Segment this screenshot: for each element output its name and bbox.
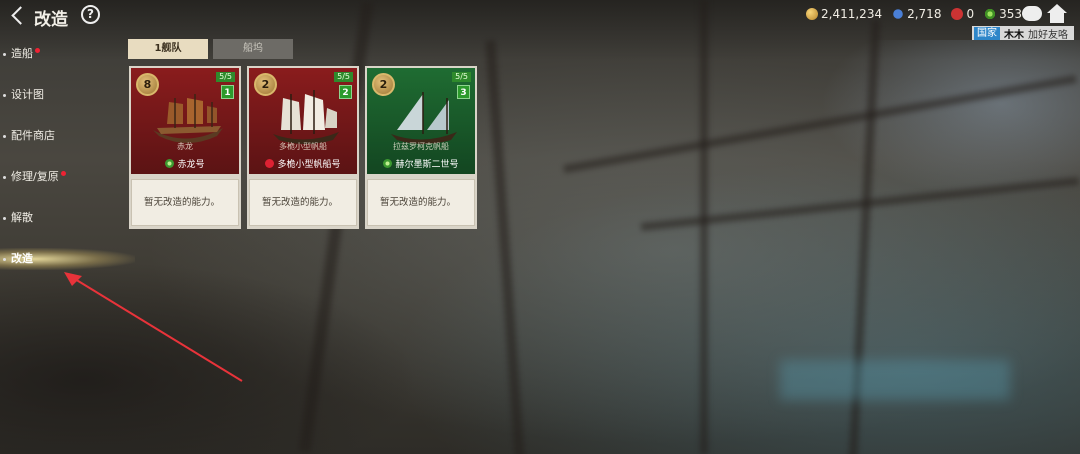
notification-badge xyxy=(35,48,40,53)
ship-name: 多桅小型帆船号 xyxy=(249,157,357,170)
ship-card-portrait: 2 5/5 3 拉兹罗柯克帆船 赫尔墨斯二世号 xyxy=(367,68,475,174)
menu-item-label: 解散 xyxy=(11,211,33,224)
ship-name-label: 赤龙号 xyxy=(177,160,205,170)
ship-card[interactable]: 2 5/5 3 拉兹罗柯克帆船 赫尔墨斯二世号 暂无改造的能力。 xyxy=(365,66,477,229)
remodel-ability-text: 暂无改造的能力。 xyxy=(249,179,357,226)
menu-item-label: 配件商店 xyxy=(11,129,55,142)
notification-badge xyxy=(60,171,66,176)
nation-flag-icon xyxy=(165,159,175,168)
nation-name: 木木 xyxy=(1004,29,1024,41)
ship-class-caption: 赤龙 xyxy=(177,142,193,151)
menu-item-repair[interactable]: 修理/复原 xyxy=(0,167,130,208)
resource-value: 0 xyxy=(966,7,975,21)
nation-action: 加好友咯 xyxy=(1028,29,1068,41)
ship-card-portrait: 8 5/5 1 赤龙 赤龙号 xyxy=(131,68,239,174)
resource-coins: 2,411,234 xyxy=(806,7,882,21)
nation-info[interactable]: 国家 木木 加好友咯 xyxy=(972,26,1074,41)
resource-value: 2,718 xyxy=(907,7,942,21)
ship-class-caption: 多桅小型帆船 xyxy=(279,142,327,151)
chat-icon[interactable] xyxy=(1022,6,1042,21)
menu-item-parts-shop[interactable]: 配件商店 xyxy=(0,126,130,167)
menu-item-label: 造船 xyxy=(11,47,33,60)
tab-fleet-1[interactable]: 1舰队 xyxy=(128,39,208,59)
menu-item-shipbuilding[interactable]: 造船 xyxy=(0,44,130,85)
resource-bar: 2,411,234 2,718 0 353 xyxy=(806,7,1022,21)
ship-card-portrait: 2 5/5 2 多桅小型帆船 多桅小型帆船号 xyxy=(249,68,357,174)
help-button[interactable]: ? xyxy=(81,5,100,24)
menu-item-remodel[interactable]: 改造 xyxy=(0,248,135,290)
bullet-icon xyxy=(3,53,6,56)
resource-gems: 2,718 xyxy=(891,7,942,21)
side-menu: 造船 设计图 配件商店 修理/复原 解散 改造 xyxy=(0,44,135,290)
resource-wheel: 353 xyxy=(984,7,1022,21)
resource-value: 353 xyxy=(999,7,1022,21)
bullet-icon xyxy=(3,258,6,261)
ship-name-label: 赫尔墨斯二世号 xyxy=(395,160,459,170)
menu-item-label: 修理/复原 xyxy=(11,170,59,183)
remodel-ability-text: 暂无改造的能力。 xyxy=(367,179,475,226)
ship-card-list: 8 5/5 1 赤龙 赤龙号 暂无改造的能力。 2 5/5 2 多桅小型帆船 多… xyxy=(129,66,477,229)
ship-class-caption: 拉兹罗柯克帆船 xyxy=(393,142,449,151)
nation-tag: 国家 xyxy=(974,26,1000,40)
top-bar: 改造 ? 2,411,234 2,718 0 353 xyxy=(0,0,1080,30)
ship-wheel-icon xyxy=(984,8,997,20)
menu-item-blueprints[interactable]: 设计图 xyxy=(0,85,130,126)
slots-badge: 5/5 xyxy=(452,72,471,82)
ship-name-label: 多桅小型帆船号 xyxy=(277,160,341,170)
bullet-icon xyxy=(3,94,6,97)
resource-value: 2,411,234 xyxy=(821,7,883,21)
remodel-ability-text: 暂无改造的能力。 xyxy=(131,179,239,226)
nation-flag-icon xyxy=(383,159,393,168)
ship-name: 赫尔墨斯二世号 xyxy=(367,157,475,170)
menu-item-label: 改造 xyxy=(11,252,33,265)
ship-card[interactable]: 2 5/5 2 多桅小型帆船 多桅小型帆船号 暂无改造的能力。 xyxy=(247,66,359,229)
ship-name: 赤龙号 xyxy=(131,157,239,170)
gem-icon xyxy=(891,7,905,21)
bullet-icon xyxy=(3,176,6,179)
home-icon[interactable] xyxy=(1046,4,1068,24)
tab-dock[interactable]: 船坞 xyxy=(213,39,293,59)
slots-badge: 5/5 xyxy=(334,72,353,82)
nation-flag-icon xyxy=(265,159,275,168)
fleet-tabs: 1舰队 船坞 xyxy=(128,39,293,59)
ticket-icon xyxy=(951,8,964,20)
resource-tickets: 0 xyxy=(951,7,974,21)
page-title: 改造 xyxy=(34,10,68,30)
slots-badge: 5/5 xyxy=(216,72,235,82)
coin-icon xyxy=(806,8,819,20)
bullet-icon xyxy=(3,135,6,138)
back-arrow-icon[interactable] xyxy=(10,4,28,26)
bullet-icon xyxy=(3,217,6,220)
menu-item-label: 设计图 xyxy=(11,88,44,101)
ship-card[interactable]: 8 5/5 1 赤龙 赤龙号 暂无改造的能力。 xyxy=(129,66,241,229)
menu-item-disband[interactable]: 解散 xyxy=(0,208,130,249)
